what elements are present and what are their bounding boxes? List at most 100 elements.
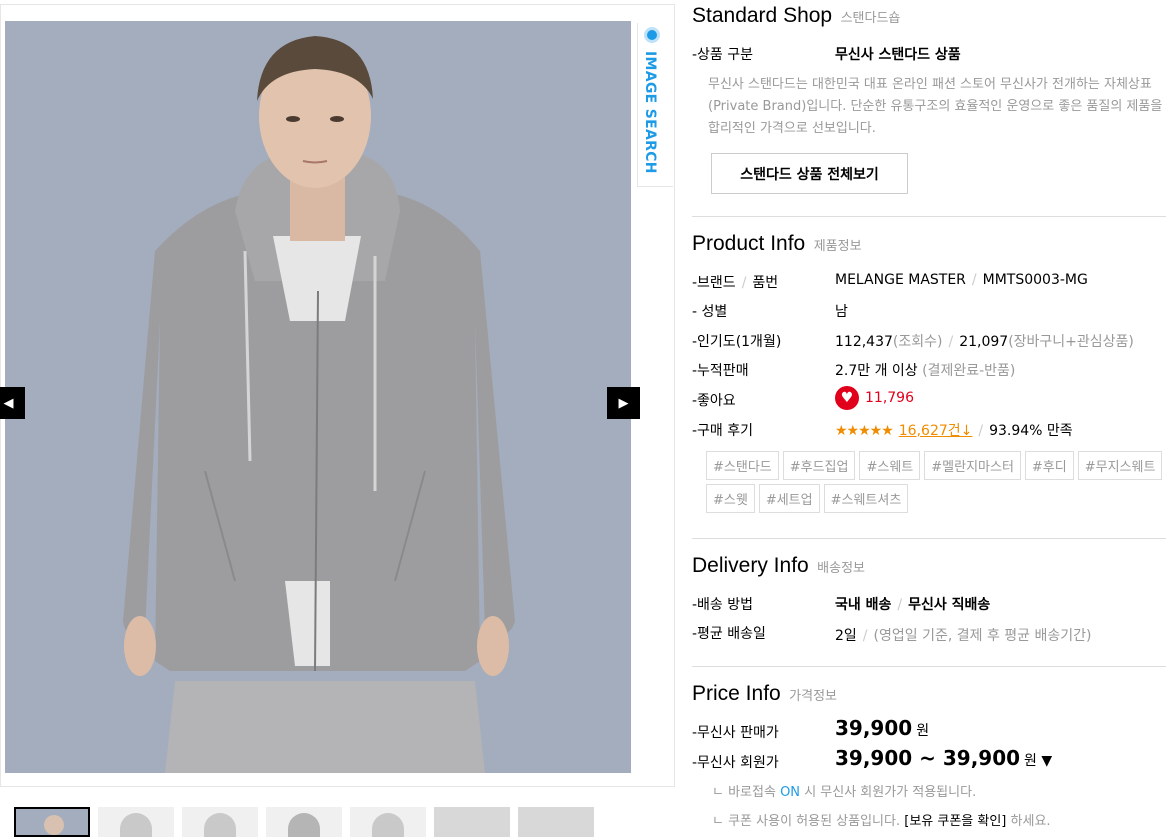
divider <box>692 666 1166 667</box>
tag[interactable]: #후드집업 <box>782 451 856 480</box>
member-price: 39,900 ~ 39,900 <box>835 746 1021 770</box>
thumbnail[interactable] <box>182 807 258 837</box>
delivery-method-value: 국내 배송 / 무신사 직배송 <box>835 594 990 614</box>
coupon-note: ㄴ 쿠폰 사용이 허용된 상품입니다. [보유 쿠폰을 확인] 하세요. <box>712 810 1051 829</box>
product-info-title: Product Info <box>692 232 806 255</box>
thumbnail[interactable] <box>434 807 510 837</box>
tag[interactable]: #스웨트 <box>859 451 921 480</box>
won-unit: 원 <box>1024 753 1037 769</box>
reviews-label: -구매 후기 <box>692 423 754 439</box>
product-code: MMTS0003-MG <box>982 272 1088 288</box>
thumbnail[interactable] <box>14 807 90 837</box>
brand-label: -브랜드 / 품번 <box>692 272 778 292</box>
tag[interactable]: #멜란지마스터 <box>924 451 1021 480</box>
shop-title: Standard Shop <box>692 4 833 27</box>
avg-delivery-separator: / <box>862 628 868 644</box>
likes-label: -좋아요 <box>692 393 736 409</box>
divider <box>692 216 1166 217</box>
coupon-note-suffix: 하세요. <box>1010 814 1051 829</box>
popularity-value: 112,437(조회수) / 21,097(장바구니+관심상품) <box>835 331 1134 351</box>
carts-count: 21,097 <box>959 334 1009 350</box>
carts-unit: (장바구니+관심상품) <box>1008 334 1134 350</box>
likes-value: ♥ 11,796 <box>835 386 914 410</box>
tag[interactable]: #무지스웨트 <box>1077 451 1163 480</box>
sales-value: 2.7만 개 이상 (결제완료-반품) <box>835 360 1015 380</box>
won-unit: 원 <box>916 723 930 739</box>
likes-count: 11,796 <box>865 390 914 406</box>
reviews-value: ★★★★★ 16,627건↓ / 93.94% 만족 <box>835 420 1073 440</box>
heart-icon[interactable]: ♥ <box>835 386 859 410</box>
member-price-value: 39,900 ~ 39,900 원 ▼ <box>835 746 1052 770</box>
delivery-method-label: -배송 방법 <box>692 597 754 613</box>
tag[interactable]: #스탠다드 <box>706 451 779 480</box>
delivery-info-heading: Delivery Info 배송정보 <box>692 554 865 578</box>
member-price-note: ㄴ 바로접속 ON 시 무신사 회원가가 적용됩니다. <box>712 781 976 800</box>
gender-value: 남 <box>835 304 848 320</box>
category-value: 무신사 스탠다드 상품 <box>835 47 961 63</box>
shop-description: 무신사 스탠다드는 대한민국 대표 온라인 패션 스토어 무신사가 전개하는 자… <box>708 77 1163 136</box>
avg-delivery-note: (영업일 기준, 결제 후 평균 배송기간) <box>873 628 1092 644</box>
member-note-suffix: 시 무신사 회원가가 적용됩니다. <box>804 785 977 800</box>
product-info-heading: Product Info 제품정보 <box>692 232 862 256</box>
tag-list: #스탠다드 #후드집업 #스웨트 #멜란지마스터 #후디 #무지스웨트 #스웻 … <box>706 451 1166 513</box>
product-info-subtitle: 제품정보 <box>813 239 862 254</box>
shop-subtitle: 스탠다드숍 <box>840 11 901 26</box>
thumbnail-strip <box>14 807 594 837</box>
code-label-text: 품번 <box>752 275 779 291</box>
avg-delivery-days: 2일 <box>835 628 857 644</box>
divider <box>692 538 1166 539</box>
image-search-icon <box>644 27 660 43</box>
brand-label-separator: / <box>741 275 747 291</box>
delivery-method-separator: / <box>897 597 903 613</box>
chevron-right-icon: ▶ <box>618 395 629 411</box>
tag[interactable]: #스웻 <box>706 484 755 513</box>
next-image-button[interactable]: ▶ <box>607 387 640 419</box>
sale-price-label: -무신사 판매가 <box>692 725 779 741</box>
price-info-subtitle: 가격정보 <box>789 689 838 704</box>
member-note-prefix: ㄴ 바로접속 <box>712 785 776 800</box>
brand-link[interactable]: MELANGE MASTER <box>835 272 966 288</box>
tag[interactable]: #스웨트셔츠 <box>823 484 909 513</box>
model-hoodie-photo <box>5 21 631 773</box>
sales-note: (결제완료-반품) <box>922 363 1016 379</box>
tag[interactable]: #후디 <box>1024 451 1074 480</box>
tag[interactable]: #세트업 <box>758 484 820 513</box>
image-search-tab[interactable]: IMAGE SEARCH <box>637 23 673 187</box>
brand-separator: / <box>971 272 977 288</box>
dropdown-triangle-icon[interactable]: ▼ <box>1041 753 1052 769</box>
rating-stars-icon: ★★★★★ <box>835 423 894 439</box>
satisfaction: 93.94% 만족 <box>989 423 1073 439</box>
review-count-link[interactable]: 16,627건↓ <box>899 423 973 439</box>
views-count: 112,437 <box>835 334 893 350</box>
main-product-image[interactable] <box>5 21 631 773</box>
member-note-on: ON <box>780 785 801 800</box>
delivery-method-2: 무신사 직배송 <box>908 597 991 613</box>
brand-label-text: -브랜드 <box>692 275 736 291</box>
thumbnail[interactable] <box>266 807 342 837</box>
member-price-label: -무신사 회원가 <box>692 755 779 771</box>
brand-value: MELANGE MASTER / MMTS0003-MG <box>835 272 1088 288</box>
delivery-method: 국내 배송 <box>835 597 892 613</box>
views-unit: (조회수) <box>892 334 943 350</box>
prev-image-button[interactable]: ◀ <box>0 387 25 419</box>
delivery-info-title: Delivery Info <box>692 554 809 577</box>
sale-price-value: 39,900 원 <box>835 716 929 740</box>
review-separator: / <box>978 423 984 439</box>
price-info-heading: Price Info 가격정보 <box>692 682 837 706</box>
category-label: -상품 구분 <box>692 47 754 63</box>
popularity-separator: / <box>948 334 954 350</box>
shop-heading: Standard Shop 스탠다드숍 <box>692 4 900 28</box>
thumbnail[interactable] <box>518 807 594 837</box>
avg-delivery-value: 2일 / (영업일 기준, 결제 후 평균 배송기간) <box>835 625 1091 645</box>
sale-price: 39,900 <box>835 716 913 740</box>
view-all-standard-button[interactable]: 스탠다드 상품 전체보기 <box>711 153 908 194</box>
gender-label: - 성별 <box>692 304 728 320</box>
sales-label: -누적판매 <box>692 363 749 379</box>
thumbnail[interactable] <box>350 807 426 837</box>
chevron-left-icon: ◀ <box>3 395 14 411</box>
popularity-label: -인기도(1개월) <box>692 334 782 350</box>
check-coupon-link[interactable]: [보유 쿠폰을 확인] <box>904 814 1006 829</box>
thumbnail[interactable] <box>98 807 174 837</box>
delivery-info-subtitle: 배송정보 <box>817 561 866 576</box>
price-info-title: Price Info <box>692 682 781 705</box>
